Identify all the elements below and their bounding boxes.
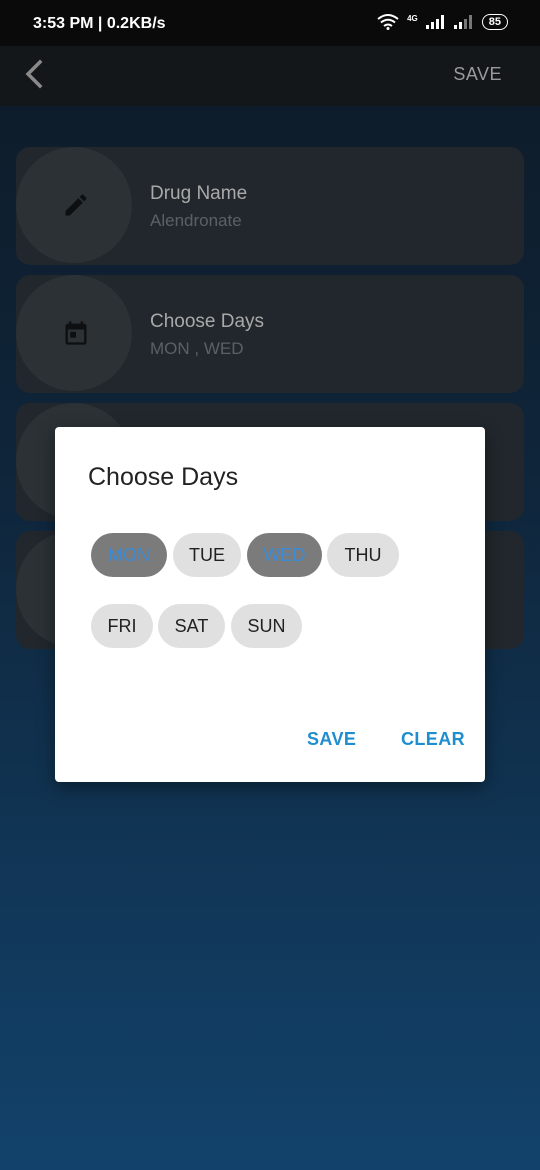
back-arrow-icon[interactable] (20, 58, 54, 92)
choose-days-dialog: Choose Days MON TUE WED THU FRI SAT SUN … (55, 427, 485, 782)
app-bar: SAVE (0, 46, 540, 106)
dialog-clear-button[interactable]: CLEAR (401, 729, 465, 750)
dialog-title: Choose Days (88, 463, 239, 491)
pencil-icon (65, 194, 87, 216)
status-time: 3:53 PM | 0.2KB/s (33, 15, 166, 32)
app-save-button[interactable]: SAVE (453, 64, 502, 85)
card-subtitle: Alendronate (150, 211, 242, 230)
network-type-label: 4G (407, 14, 418, 23)
card-title: Choose Days (150, 311, 265, 332)
day-chip-sat[interactable]: SAT (158, 604, 225, 648)
calendar-icon (65, 321, 87, 345)
day-chip-fri[interactable]: FRI (91, 604, 153, 648)
wifi-icon (377, 14, 399, 30)
signal-icon-2 (453, 15, 472, 29)
dialog-save-button[interactable]: SAVE (307, 729, 356, 750)
choose-days-card[interactable]: Choose Days MON , WED (16, 275, 524, 393)
status-icons: 4G 85 (377, 14, 508, 30)
day-chip-tue[interactable]: TUE (173, 533, 241, 577)
battery-icon: 85 (481, 14, 508, 30)
drug-name-card[interactable]: Drug Name Alendronate (16, 147, 524, 265)
card-subtitle: MON , WED (150, 339, 244, 358)
day-chip-mon[interactable]: MON (91, 533, 167, 577)
day-chip-thu[interactable]: THU (327, 533, 399, 577)
status-bar: 3:53 PM | 0.2KB/s 4G 85 (0, 0, 540, 46)
day-chip-wed[interactable]: WED (247, 533, 322, 577)
signal-icon (425, 15, 444, 29)
day-chip-sun[interactable]: SUN (231, 604, 302, 648)
card-title: Drug Name (150, 183, 248, 204)
